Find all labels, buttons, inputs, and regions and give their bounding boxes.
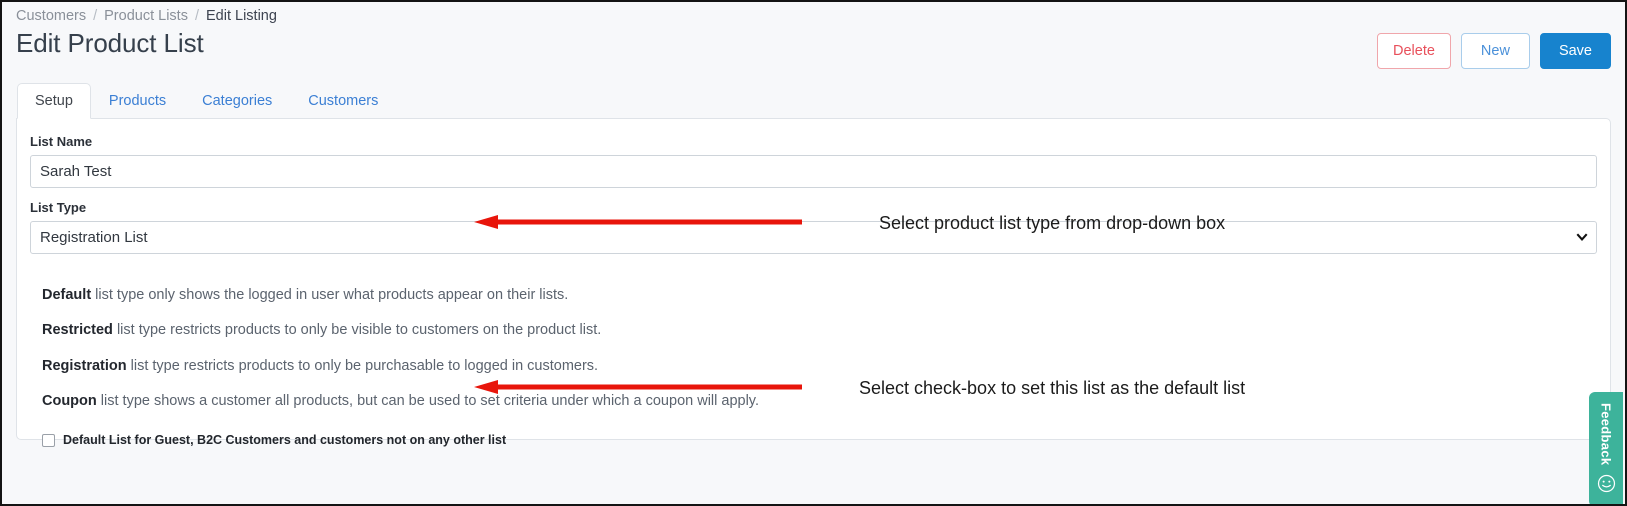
default-list-checkbox-label: Default List for Guest, B2C Customers an… — [63, 434, 506, 447]
feedback-label: Feedback — [1600, 403, 1613, 465]
setup-panel: List Name List Type Registration List De… — [16, 118, 1611, 440]
breadcrumb-separator: / — [93, 9, 97, 24]
tab-categories[interactable]: Categories — [184, 83, 290, 119]
description-registration: Registration list type restricts product… — [42, 338, 1597, 374]
list-name-field: List Name — [30, 135, 1597, 188]
title-row: Edit Product List Delete New Save — [16, 29, 1611, 70]
action-buttons: Delete New Save — [1377, 29, 1611, 70]
list-type-label: List Type — [30, 201, 1597, 214]
tab-bar: Setup Products Categories Customers — [16, 83, 1611, 118]
default-list-checkbox[interactable] — [42, 434, 55, 447]
tab-setup[interactable]: Setup — [17, 83, 91, 119]
list-type-select[interactable]: Registration List — [30, 221, 1597, 254]
description-term: Coupon — [42, 393, 97, 409]
description-body: list type restricts products to only be … — [127, 358, 598, 374]
breadcrumb: Customers / Product Lists / Edit Listing — [16, 2, 1611, 24]
delete-button[interactable]: Delete — [1377, 33, 1451, 70]
page-header: Customers / Product Lists / Edit Listing… — [2, 2, 1625, 118]
list-name-label: List Name — [30, 135, 1597, 148]
tab-customers[interactable]: Customers — [290, 83, 396, 119]
breadcrumb-separator: / — [195, 9, 199, 24]
list-type-field: List Type Registration List — [30, 201, 1597, 254]
tab-products[interactable]: Products — [91, 83, 184, 119]
description-term: Registration — [42, 358, 127, 374]
save-button[interactable]: Save — [1540, 33, 1611, 70]
description-term: Restricted — [42, 322, 113, 338]
description-coupon: Coupon list type shows a customer all pr… — [42, 373, 1597, 409]
smiley-face-icon — [1597, 474, 1616, 498]
feedback-tab[interactable]: Feedback — [1589, 392, 1623, 506]
page-title: Edit Product List — [16, 29, 204, 59]
description-body: list type shows a customer all products,… — [97, 393, 759, 409]
list-type-select-wrapper: Registration List — [30, 221, 1597, 254]
app-screenshot: Customers / Product Lists / Edit Listing… — [0, 0, 1627, 506]
default-list-checkbox-row[interactable]: Default List for Guest, B2C Customers an… — [42, 409, 1597, 447]
description-body: list type only shows the logged in user … — [91, 287, 568, 303]
new-button[interactable]: New — [1461, 33, 1530, 70]
list-name-input[interactable] — [30, 155, 1597, 188]
description-body: list type restricts products to only be … — [113, 322, 601, 338]
description-restricted: Restricted list type restricts products … — [42, 302, 1597, 338]
description-default: Default list type only shows the logged … — [42, 267, 1597, 303]
breadcrumb-item-edit-listing: Edit Listing — [206, 9, 277, 24]
breadcrumb-item-product-lists[interactable]: Product Lists — [104, 9, 188, 24]
description-term: Default — [42, 287, 91, 303]
breadcrumb-item-customers[interactable]: Customers — [16, 9, 86, 24]
